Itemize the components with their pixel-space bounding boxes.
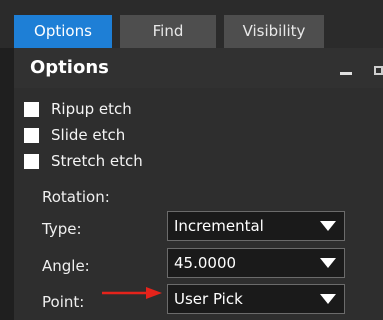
type-select-value: Incremental (174, 217, 264, 235)
slide-etch-checkbox[interactable] (24, 128, 39, 143)
type-select[interactable]: Incremental (167, 211, 345, 241)
angle-select[interactable]: 45.0000 (167, 248, 345, 278)
ripup-etch-label: Ripup etch (51, 100, 132, 118)
tab-options[interactable]: Options (14, 15, 112, 48)
panel-title-bar: Options (14, 48, 383, 88)
restore-icon[interactable] (374, 66, 383, 75)
stretch-etch-checkbox[interactable] (24, 154, 39, 169)
ripup-etch-checkbox[interactable] (24, 102, 39, 117)
red-arrow-icon (102, 287, 162, 299)
chevron-down-icon (320, 294, 336, 304)
panel-title: Options (30, 57, 109, 78)
type-label: Type: (42, 220, 82, 238)
point-label: Point: (42, 293, 85, 311)
stretch-etch-label: Stretch etch (51, 152, 143, 170)
point-select-value: User Pick (174, 290, 243, 308)
tab-bar: Options Find Visibility (0, 0, 383, 48)
tab-find[interactable]: Find (120, 15, 216, 48)
chevron-down-icon (320, 221, 336, 231)
rotation-section-label: Rotation: (42, 188, 110, 206)
angle-select-value: 45.0000 (174, 254, 237, 272)
minimize-icon[interactable] (340, 72, 352, 75)
chevron-down-icon (320, 258, 336, 268)
point-select[interactable]: User Pick (167, 284, 345, 314)
angle-label: Angle: (42, 257, 90, 275)
tab-visibility[interactable]: Visibility (224, 15, 324, 48)
slide-etch-label: Slide etch (51, 126, 126, 144)
